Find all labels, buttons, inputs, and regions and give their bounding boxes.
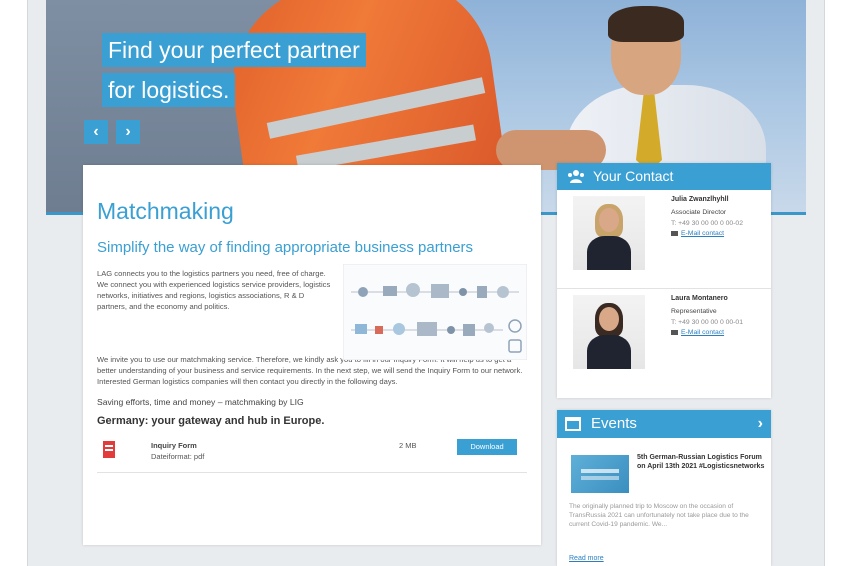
matchmaking-diagram-image — [343, 264, 527, 360]
page-title: Matchmaking — [97, 198, 234, 224]
event-thumbnail[interactable] — [571, 455, 629, 493]
contact-role: Associate Director — [671, 209, 727, 216]
download-name: Inquiry Form — [151, 441, 197, 450]
intro-section: LAG connects you to the logistics partne… — [97, 264, 527, 360]
chevron-right-icon[interactable]: › — [758, 410, 763, 438]
gateway-heading: Germany: your gateway and hub in Europe. — [97, 415, 325, 427]
contact-email-link[interactable]: E-Mail contact — [671, 329, 767, 336]
contact-name: Julia Zwanzlhyhll — [671, 196, 729, 203]
contact-person: Laura Montanero Representative T: +49 30… — [557, 288, 771, 386]
avatar-torso — [587, 236, 631, 270]
avatar-torso — [587, 335, 631, 369]
download-row: Inquiry Form Dateiformat: pdf 2 MB Downl… — [97, 439, 527, 473]
page-subtitle: Simplify the way of finding appropriate … — [97, 239, 474, 256]
contact-person: Julia Zwanzlhyhll Associate Director T: … — [557, 190, 771, 288]
event-description: The originally planned trip to Moscow on… — [569, 503, 749, 528]
hero-businessman-hair — [608, 6, 684, 42]
contact-role: Representative — [671, 308, 717, 315]
avatar-face — [599, 307, 619, 331]
contact-phone: T: +49 30 00 00 0 00-01 — [671, 319, 743, 326]
contact-email-label: E-Mail contact — [681, 230, 725, 237]
intro-text: LAG connects you to the logistics partne… — [97, 269, 331, 311]
events-panel-header[interactable]: Events › — [557, 410, 771, 438]
hero-next-button[interactable]: › — [116, 120, 140, 144]
contact-info: Laura Montanero Representative T: +49 30… — [671, 295, 767, 336]
event-title[interactable]: 5th German-Russian Logistics Forum on Ap… — [637, 454, 765, 471]
people-icon — [568, 170, 584, 183]
hero-headline-line1: Find your perfect partner — [102, 33, 366, 67]
contact-info: Julia Zwanzlhyhll Associate Director T: … — [671, 196, 767, 237]
mail-icon — [671, 329, 678, 335]
calendar-icon — [565, 417, 581, 431]
events-panel: Events › 5th German-Russian Logistics Fo… — [557, 410, 771, 566]
contact-panel-header: Your Contact — [557, 163, 771, 190]
contact-name: Laura Montanero — [671, 295, 728, 302]
events-panel-title: Events — [591, 415, 637, 432]
contact-phone: T: +49 30 00 00 0 00-02 — [671, 220, 743, 227]
contact-panel-title: Your Contact — [593, 168, 674, 184]
avatar-face — [599, 208, 619, 232]
contact-panel: Your Contact Julia Zwanzlhyhll Associate… — [557, 163, 771, 398]
mail-icon — [671, 230, 678, 236]
hero-prev-button[interactable]: ‹ — [84, 120, 108, 144]
page-frame: Find your perfect partner for logistics.… — [27, 0, 825, 566]
download-button[interactable]: Download — [457, 439, 517, 455]
read-more-link[interactable]: Read more — [569, 555, 604, 562]
matchmaking-card: Matchmaking Simplify the way of finding … — [83, 165, 541, 545]
hero-headline-line2: for logistics. — [102, 73, 236, 107]
contact-email-label: E-Mail contact — [681, 329, 725, 336]
pdf-file-icon — [103, 441, 115, 458]
avatar — [573, 295, 645, 369]
contact-email-link[interactable]: E-Mail contact — [671, 230, 767, 237]
download-format: Dateiformat: pdf — [151, 452, 205, 461]
download-size: 2 MB — [399, 441, 417, 450]
saving-text: Saving efforts, time and money – matchma… — [97, 397, 304, 407]
avatar — [573, 196, 645, 270]
